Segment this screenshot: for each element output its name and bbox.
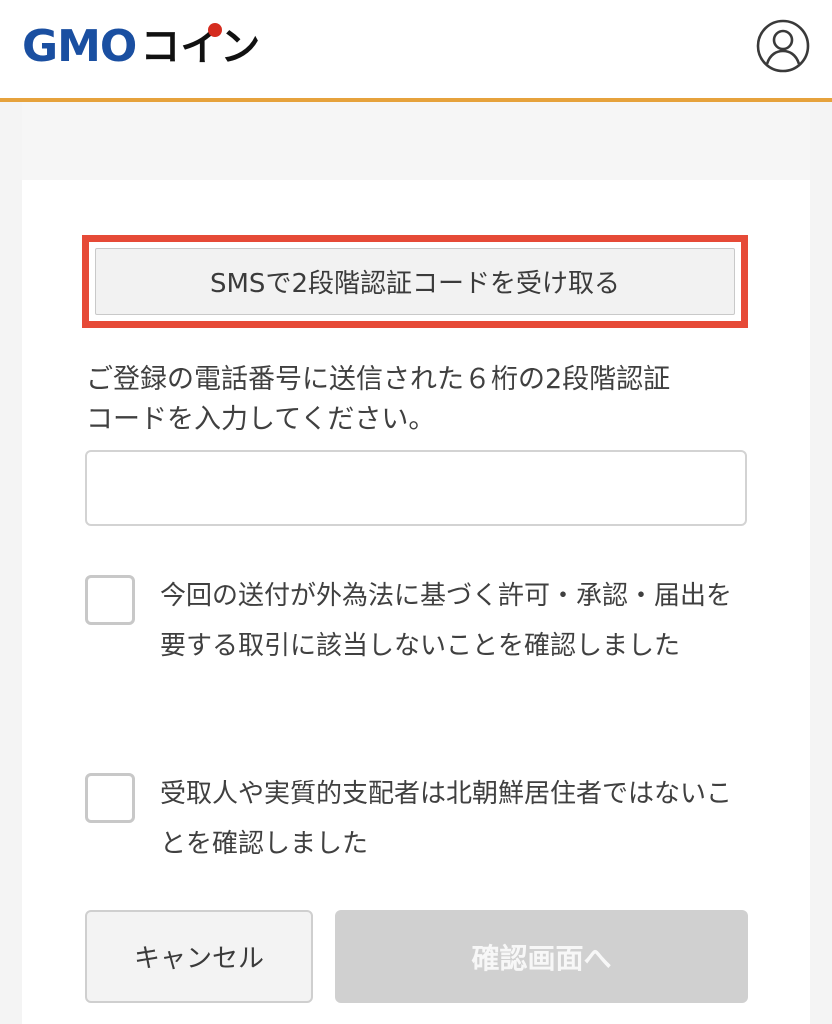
logo-coin-text: コイン	[140, 23, 261, 70]
card-top-panel	[22, 102, 810, 180]
sms-button-highlight: SMSで2段階認証コードを受け取る	[82, 235, 748, 328]
fx-law-checkbox-label[interactable]: 今回の送付が外為法に基づく許可・承認・届出を要する取引に該当しないことを確認しま…	[160, 571, 750, 671]
logo-gmo-text: GMO	[22, 21, 137, 72]
gmo-coin-logo[interactable]: GMO コイン	[22, 22, 260, 72]
verification-code-input[interactable]	[85, 450, 747, 526]
confirm-screen-button[interactable]: 確認画面へ	[335, 910, 748, 1003]
code-instruction-text: ご登録の電話番号に送信された６桁の2段階認証 コードを入力してください。	[86, 364, 671, 435]
receive-sms-code-button[interactable]: SMSで2段階認証コードを受け取る	[95, 248, 735, 315]
send-form-card: SMSで2段階認証コードを受け取る ご登録の電話番号に送信された６桁の2段階認証…	[22, 102, 810, 1024]
user-circle-icon[interactable]	[756, 19, 810, 73]
north-korea-checkbox[interactable]	[85, 773, 135, 823]
fx-law-checkbox[interactable]	[85, 575, 135, 625]
app-header: GMO コイン	[0, 0, 832, 102]
cancel-button[interactable]: キャンセル	[85, 910, 313, 1003]
north-korea-checkbox-label[interactable]: 受取人や実質的支配者は北朝鮮居住者ではないことを確認しました	[160, 769, 750, 869]
